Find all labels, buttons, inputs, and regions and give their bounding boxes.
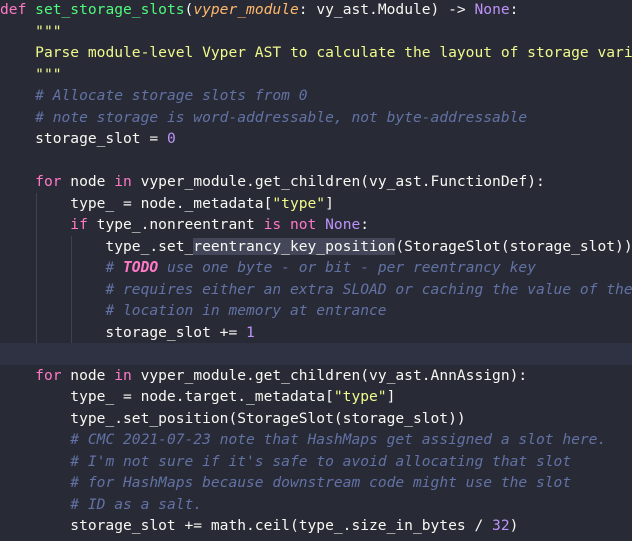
- code-token: storage_slot =: [0, 130, 167, 147]
- code-line[interactable]: # Allocate storage slots from 0: [0, 85, 632, 107]
- constant-token: None: [325, 216, 361, 233]
- string-token: "type": [272, 194, 326, 212]
- code-line[interactable]: # TODO use one byte - or bit - per reent…: [0, 257, 632, 279]
- code-line[interactable]: storage_slot += math.ceil(type_.size_in_…: [0, 515, 632, 537]
- code-line[interactable]: # I'm not sure if it's safe to avoid all…: [0, 451, 632, 473]
- keyword-token: def: [0, 1, 36, 18]
- function-name-token: set_storage_slots: [35, 1, 185, 18]
- code-line[interactable]: type_.set_reentrancy_key_position(Storag…: [0, 236, 632, 258]
- code-line[interactable]: storage_slot += 1: [0, 322, 632, 344]
- comment-token: # requires either an extra SLOAD or cach…: [105, 280, 632, 298]
- code-token: type_.nonreentrant: [87, 216, 264, 233]
- code-token: node: [61, 366, 115, 384]
- code-line[interactable]: def set_storage_slots(vyper_module: vy_a…: [0, 0, 632, 21]
- code-token: type_.set_position(StorageSlot(storage_s…: [0, 409, 466, 427]
- code-line-cursor[interactable]: [0, 343, 632, 365]
- code-token: :: [360, 216, 370, 233]
- comment-token: # for HashMaps because downstream code m…: [70, 474, 572, 491]
- keyword-token: if: [70, 216, 88, 233]
- code-line[interactable]: [0, 150, 632, 172]
- code-token: storage_slot +=: [0, 323, 247, 341]
- code-token: : vy_ast.Module) ->: [298, 1, 475, 18]
- keyword-token: in: [114, 173, 132, 190]
- code-token: storage_slot += math.ceil(type_.size_in_…: [0, 517, 493, 534]
- code-token: type_ = node.target._metadata[: [0, 388, 334, 405]
- code-line[interactable]: """: [0, 21, 632, 43]
- string-token: """: [35, 22, 62, 40]
- constant-token: None: [474, 1, 510, 18]
- code-token: type_.set_: [0, 237, 194, 255]
- comment-token: # ID as a salt.: [70, 495, 203, 513]
- code-line[interactable]: Parse module-level Vyper AST to calculat…: [0, 42, 632, 64]
- comment-token: # Allocate storage slots from 0: [35, 87, 308, 104]
- code-line[interactable]: type_ = node._metadata["type"]: [0, 193, 632, 215]
- number-token: 0: [166, 130, 176, 147]
- comment-token: # location in memory at entrance: [105, 302, 387, 319]
- code-line[interactable]: # CMC 2021-07-23 note that HashMaps get …: [0, 429, 632, 451]
- code-token: node: [61, 173, 115, 190]
- code-token: ]: [386, 388, 396, 405]
- highlighted-token: reentrancy_key_position: [193, 237, 396, 255]
- comment-token: use one byte - or bit - per reentrancy k…: [158, 259, 536, 276]
- code-line[interactable]: type_.set_position(StorageSlot(storage_s…: [0, 408, 632, 430]
- code-line[interactable]: for node in vyper_module.get_children(vy…: [0, 171, 632, 193]
- keyword-token: in: [114, 366, 132, 384]
- code-line[interactable]: # requires either an extra SLOAD or cach…: [0, 279, 632, 301]
- code-token: (StorageSlot(storage_slot)): [395, 237, 632, 255]
- parameter-token: vyper_module: [193, 1, 299, 18]
- code-line[interactable]: storage_slot = 0: [0, 128, 632, 150]
- code-token: vyper_module.get_children(vy_ast.AnnAssi…: [131, 366, 528, 384]
- string-token: "type": [333, 388, 387, 405]
- code-token: (: [184, 1, 194, 18]
- code-token: :: [509, 1, 519, 18]
- comment-token: # note storage is word-addressable, not …: [35, 108, 528, 126]
- code-line[interactable]: """: [0, 64, 632, 86]
- code-line[interactable]: if type_.nonreentrant is not None:: [0, 214, 632, 236]
- code-line[interactable]: # ID as a salt.: [0, 494, 632, 516]
- code-line[interactable]: # location in memory at entrance: [0, 300, 632, 322]
- todo-marker: TODO: [123, 259, 159, 276]
- code-token: vyper_module.get_children(vy_ast.Functio…: [131, 173, 545, 190]
- string-token: """: [35, 65, 62, 83]
- number-token: 32: [492, 517, 510, 534]
- code-token: ]: [325, 194, 334, 212]
- code-token: type_ = node._metadata[: [0, 194, 273, 212]
- comment-token: #: [105, 259, 124, 276]
- keyword-token: for: [35, 366, 62, 384]
- string-token: Parse module-level Vyper AST to calculat…: [35, 44, 632, 61]
- code-editor[interactable]: def set_storage_slots(vyper_module: vy_a…: [0, 0, 632, 541]
- number-token: 1: [246, 323, 255, 341]
- code-line[interactable]: for node in vyper_module.get_children(vy…: [0, 365, 632, 387]
- code-line[interactable]: # for HashMaps because downstream code m…: [0, 472, 632, 494]
- code-line[interactable]: # note storage is word-addressable, not …: [0, 107, 632, 129]
- keyword-token: for: [35, 173, 62, 190]
- comment-token: # I'm not sure if it's safe to avoid all…: [70, 452, 572, 470]
- keyword-token: is not: [263, 216, 317, 233]
- code-line[interactable]: type_ = node.target._metadata["type"]: [0, 386, 632, 408]
- comment-token: # CMC 2021-07-23 note that HashMaps get …: [70, 431, 607, 448]
- code-token: ): [509, 517, 519, 534]
